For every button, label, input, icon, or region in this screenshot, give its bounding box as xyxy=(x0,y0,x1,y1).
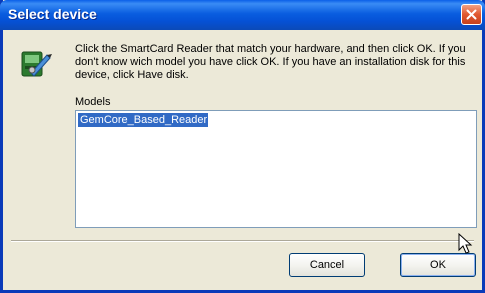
instructions-text: Click the SmartCard Reader that match yo… xyxy=(75,43,466,81)
title-bar[interactable]: Select device xyxy=(0,0,485,30)
hardware-install-icon xyxy=(21,51,52,77)
dialog-body: Click the SmartCard Reader that match yo… xyxy=(3,30,482,290)
close-icon xyxy=(466,9,477,20)
close-button[interactable] xyxy=(461,4,482,25)
mouse-pointer-icon xyxy=(458,233,473,254)
select-device-dialog: Select device Click the SmartCard Reader… xyxy=(0,0,485,293)
separator xyxy=(11,240,474,242)
models-list[interactable]: GemCore_Based_Reader xyxy=(75,110,477,228)
ok-button[interactable]: OK xyxy=(400,253,476,277)
list-item[interactable]: GemCore_Based_Reader xyxy=(78,113,208,127)
models-label: Models xyxy=(75,96,111,108)
cancel-button[interactable]: Cancel xyxy=(289,253,365,277)
window-title: Select device xyxy=(8,6,97,22)
